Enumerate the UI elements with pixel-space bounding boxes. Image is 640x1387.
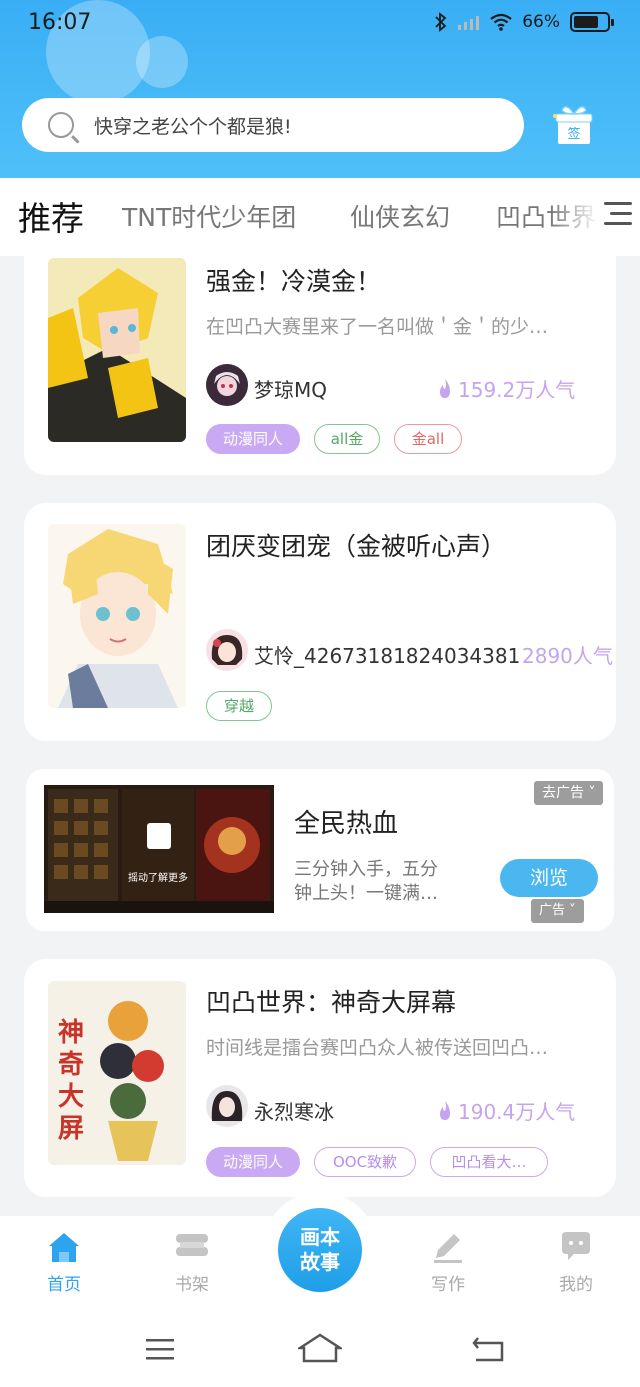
ad-label[interactable]: 广告 ˅: [531, 899, 584, 923]
author-name: 永烈寒冰: [254, 1100, 334, 1124]
story-title: 团厌变团宠（金被听心声）: [206, 532, 507, 561]
center-button-line2: 故事: [300, 1250, 340, 1274]
story-cover: [48, 524, 186, 708]
bluetooth-icon: [435, 12, 447, 32]
ad-image: 摇动了解更多: [44, 785, 274, 913]
ad-card[interactable]: 摇动了解更多 全民热血 三分钟入手，五分 钟上头！一键满… 去广告 ˅ 浏览 广…: [26, 769, 614, 931]
ad-desc-line2: 钟上头！一键满…: [294, 883, 438, 904]
tab-xianxia[interactable]: 仙侠玄幻: [350, 198, 450, 234]
popularity-count: 159.2万人气: [458, 378, 576, 402]
comic-story-button[interactable]: 画本 故事: [278, 1208, 362, 1292]
system-nav-bar: [0, 1312, 640, 1387]
sign-in-gift-icon[interactable]: 签: [550, 100, 598, 148]
home-icon: [49, 1233, 79, 1262]
author-avatar: [206, 629, 248, 671]
status-time: 16:07: [28, 10, 92, 35]
pen-icon: [434, 1234, 462, 1263]
ad-title: 全民热血: [294, 809, 399, 839]
signal-icon: [458, 16, 480, 30]
flame-icon: [440, 378, 450, 398]
popularity-count: 2890人气: [522, 644, 613, 668]
story-tag[interactable]: 金all: [394, 424, 462, 454]
author-avatar: [206, 1085, 248, 1127]
menu-icon[interactable]: [602, 200, 632, 228]
story-tag[interactable]: 穿越: [206, 691, 272, 721]
status-icons: 66%: [434, 12, 614, 32]
home-nav-icon[interactable]: [298, 1332, 342, 1364]
header: 16:07 66% 快穿之老公个个都是狼! 签: [0, 0, 640, 178]
ad-image-caption: 摇动了解更多: [128, 871, 188, 884]
back-icon[interactable]: [470, 1334, 506, 1364]
nav-home[interactable]: 首页: [24, 1230, 104, 1295]
story-card[interactable]: 神 奇 大 屏 凹凸世界：神奇大屏幕 时间线是擂台赛凹凸众人被传送回凹凸… 永烈…: [24, 959, 616, 1197]
story-card[interactable]: 强金！冷漠金！ 在凹凸大赛里来了一名叫做＇金＇的少… 梦琼MQ 159.2万人气…: [24, 234, 616, 475]
nav-write-label: 写作: [431, 1275, 465, 1295]
svg-text:神: 神: [58, 1018, 84, 1048]
nav-home-label: 首页: [47, 1275, 81, 1295]
svg-text:屏: 屏: [58, 1114, 84, 1144]
battery-icon: [570, 12, 614, 32]
story-tag[interactable]: 凹凸看大…: [430, 1147, 548, 1177]
story-tag[interactable]: all金: [314, 424, 380, 454]
story-tag[interactable]: 动漫同人: [206, 1147, 300, 1177]
story-tag[interactable]: OOC致歉: [314, 1147, 416, 1177]
nav-bookshelf[interactable]: 书架: [152, 1230, 232, 1295]
svg-text:大: 大: [58, 1082, 84, 1112]
nav-me[interactable]: 我的: [536, 1230, 616, 1295]
decorative-bubble: [136, 36, 188, 88]
battery-percent: 66%: [522, 12, 560, 32]
chat-icon: [562, 1232, 590, 1260]
ad-browse-button[interactable]: 浏览: [500, 859, 598, 897]
popularity: 2890人气: [522, 640, 613, 669]
search-bar[interactable]: 快穿之老公个个都是狼!: [22, 98, 524, 152]
author-avatar: [206, 364, 248, 406]
nav-me-label: 我的: [559, 1275, 593, 1295]
story-tag[interactable]: 动漫同人: [206, 424, 300, 454]
nav-write[interactable]: 写作: [408, 1230, 488, 1295]
story-desc: 时间线是擂台赛凹凸众人被传送回凹凸…: [206, 1037, 549, 1059]
search-icon: [48, 112, 74, 138]
story-desc: 在凹凸大赛里来了一名叫做＇金＇的少…: [206, 316, 549, 338]
recent-apps-icon[interactable]: [144, 1336, 176, 1362]
story-cover: 神 奇 大 屏: [48, 981, 186, 1165]
tab-recommend[interactable]: 推荐: [18, 192, 84, 240]
center-button-line1: 画本: [300, 1225, 340, 1249]
story-title: 凹凸世界：神奇大屏幕: [206, 988, 457, 1017]
ad-desc-line1: 三分钟入手，五分: [294, 859, 438, 880]
author-name: 梦琼MQ: [254, 378, 327, 402]
popularity: 159.2万人气: [438, 374, 575, 403]
remove-ad-button[interactable]: 去广告 ˅: [534, 781, 604, 805]
wifi-icon: [490, 13, 512, 31]
story-cover: [48, 258, 186, 442]
story-card[interactable]: 团厌变团宠（金被听心声） 艾怜_42673181824034381 2890人气…: [24, 503, 616, 741]
bookshelf-icon: [176, 1234, 208, 1256]
popularity: 190.4万人气: [438, 1096, 575, 1125]
flame-icon: [440, 1100, 450, 1120]
tab-tnt[interactable]: TNT时代少年团: [122, 198, 296, 234]
search-placeholder: 快穿之老公个个都是狼!: [94, 115, 292, 138]
svg-text:签: 签: [567, 126, 580, 142]
svg-text:奇: 奇: [58, 1050, 84, 1080]
nav-bookshelf-label: 书架: [175, 1275, 209, 1295]
author-name: 艾怜_42673181824034381: [254, 644, 521, 668]
popularity-count: 190.4万人气: [458, 1100, 576, 1124]
story-title: 强金！冷漠金！: [206, 267, 382, 296]
